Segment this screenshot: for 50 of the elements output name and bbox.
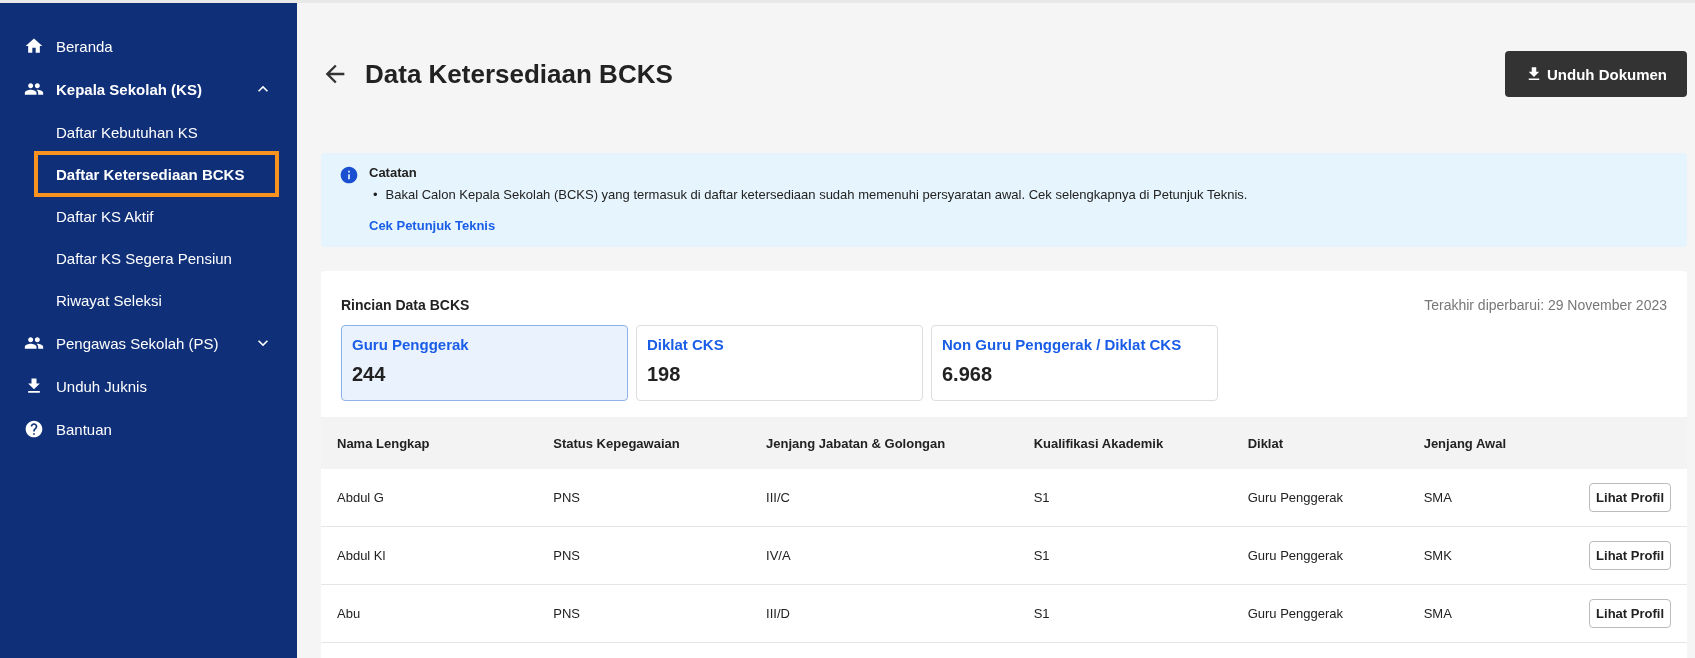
table-cell: SMA	[1407, 469, 1574, 527]
table-cell: S1	[1017, 526, 1232, 585]
sidebar-item[interactable]: Beranda	[24, 26, 273, 66]
home-icon	[24, 36, 44, 56]
table-cell: S1	[1017, 584, 1232, 643]
sidebar-item[interactable]: Unduh Juknis	[24, 366, 273, 406]
sidebar-item[interactable]: Kepala Sekolah (KS)	[24, 69, 273, 109]
column-header: Status Kepegawaian	[537, 417, 751, 469]
download-button[interactable]: Unduh Dokumen	[1505, 51, 1687, 97]
sidebar-item[interactable]: Riwayat Seleksi	[38, 281, 275, 319]
sidebar-item[interactable]: Daftar KS Aktif	[38, 197, 275, 235]
table-cell: S1	[1017, 469, 1232, 527]
note-title: Catatan	[369, 165, 418, 180]
column-header: Kualifikasi Akademik	[1017, 417, 1232, 469]
page-title: Data Ketersediaan BCKS	[365, 58, 674, 90]
sidebar-item[interactable]: Daftar KS Segera Pensiun	[38, 239, 275, 277]
table-cell: Guru Penggerak	[1231, 526, 1408, 585]
table-cell: PNS	[537, 526, 751, 585]
table-cell: Abu	[321, 584, 538, 643]
stat-tab[interactable]: Guru Penggerak 244	[341, 325, 628, 401]
table-cell: Abdul Kl	[321, 526, 538, 585]
table-cell: III/D	[750, 584, 1018, 643]
table-cell: III/C	[750, 469, 1018, 527]
view-profile-button[interactable]: Lihat Profil	[1589, 599, 1671, 628]
guide-link[interactable]: Cek Petunjuk Teknis	[369, 218, 1248, 233]
column-header: Jenjang Awal	[1407, 417, 1574, 469]
stat-tab[interactable]: Non Guru Penggerak / Diklat CKS 6.968	[931, 325, 1218, 401]
table-cell: PNS	[537, 469, 751, 527]
note-text: Bakal Calon Kepala Sekolah (BCKS) yang termasuk di daftar ketersediaan sudah memenuhi persyaratan awal. Cek selengkapnya di Petunjuk Teknis.	[385, 186, 1248, 204]
table-cell: Guru Penggerak	[1231, 584, 1408, 643]
view-profile-button[interactable]: Lihat Profil	[1589, 483, 1671, 512]
sidebar-item[interactable]: Bantuan	[24, 409, 273, 449]
card-title: Rincian Data BCKS	[341, 297, 470, 313]
sidebar-item[interactable]: Daftar Kebutuhan KS	[38, 113, 275, 151]
table-cell: SMA	[1407, 584, 1574, 643]
column-header: Diklat	[1231, 417, 1408, 469]
table-cell: Guru Penggerak	[1231, 469, 1408, 527]
table-cell: PNS	[537, 584, 751, 643]
table-cell: IV/A	[750, 526, 1018, 585]
help-icon	[24, 419, 44, 439]
column-header: Nama Lengkap	[321, 417, 538, 469]
sidebar-item[interactable]: Pengawas Sekolah (PS)	[24, 323, 273, 363]
table-cell: SMK	[1407, 526, 1574, 585]
view-profile-button[interactable]: Lihat Profil	[1589, 541, 1671, 570]
table-cell: Abdul G	[321, 469, 538, 527]
bullet-marker: •	[373, 186, 378, 204]
stat-tab[interactable]: Diklat CKS 198	[636, 325, 923, 401]
info-icon	[339, 165, 359, 185]
column-header: Jenjang Jabatan & Golongan	[750, 417, 1018, 469]
updated-text: Terakhir diperbarui: 29 November 2023	[1424, 297, 1667, 313]
